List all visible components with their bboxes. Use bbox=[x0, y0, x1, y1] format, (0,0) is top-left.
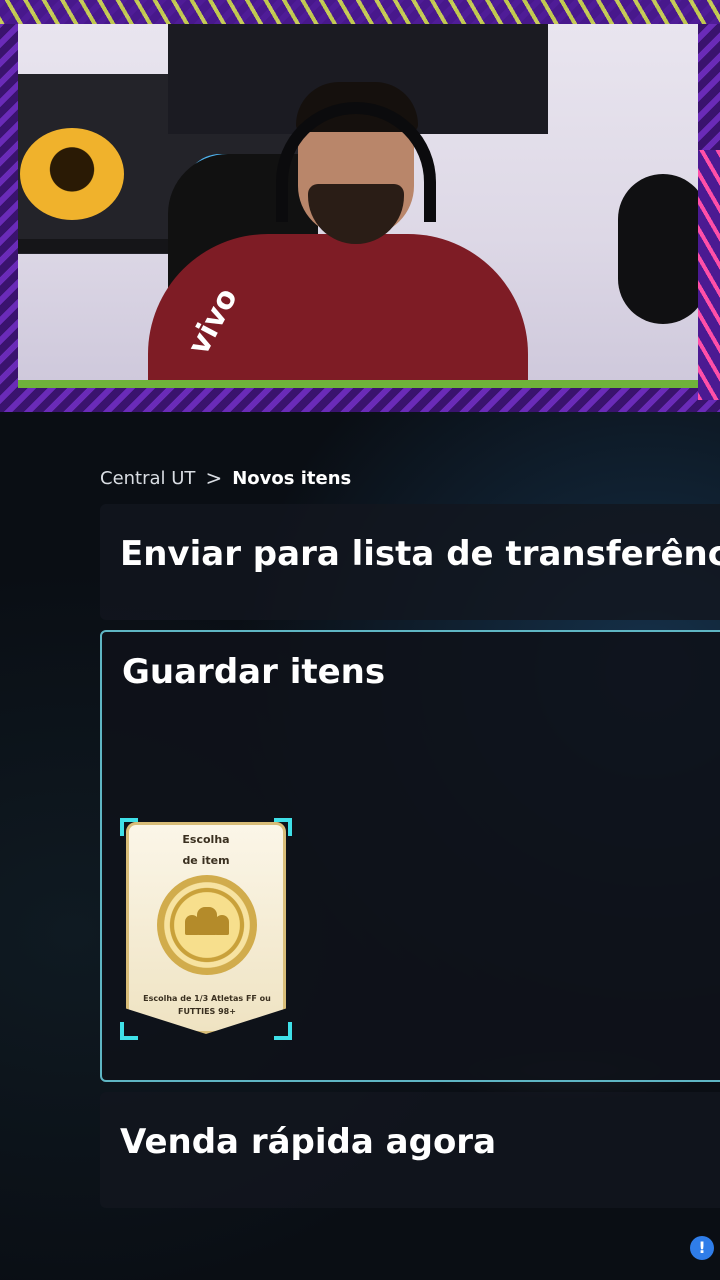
breadcrumb: Central UT > Novos itens bbox=[100, 466, 351, 490]
option-label: Enviar para lista de transferênc bbox=[120, 534, 720, 574]
players-icon bbox=[185, 905, 229, 935]
card-description: Escolha de 1/3 Atletas FF ou FUTTIES 98+ bbox=[143, 994, 271, 1016]
option-label: Guardar itens bbox=[122, 652, 386, 692]
keep-items-button[interactable]: Guardar itens Escolha de item Escolha de… bbox=[100, 630, 720, 1082]
selection-corner bbox=[274, 1022, 292, 1040]
pacman-decoration bbox=[20, 128, 124, 220]
selection-corner bbox=[120, 818, 138, 836]
item-slot[interactable]: Escolha de item Escolha de 1/3 Atletas F… bbox=[120, 818, 292, 1040]
option-label: Venda rápida agora bbox=[120, 1122, 497, 1162]
card-title-line2: de item bbox=[182, 854, 230, 867]
quick-sell-button[interactable]: Venda rápida agora bbox=[100, 1092, 720, 1208]
player-pick-medal-icon bbox=[157, 875, 257, 975]
send-to-transfer-list-button[interactable]: Enviar para lista de transferênc bbox=[100, 504, 720, 620]
card-title-line1: Escolha bbox=[182, 833, 230, 846]
breadcrumb-current: Novos itens bbox=[232, 467, 352, 489]
microphone bbox=[618, 174, 698, 324]
selection-corner bbox=[120, 1022, 138, 1040]
selection-corner bbox=[274, 818, 292, 836]
info-icon[interactable]: ! bbox=[690, 1236, 714, 1260]
chevron-right-icon: > bbox=[205, 466, 223, 490]
item-card[interactable]: Escolha de item Escolha de 1/3 Atletas F… bbox=[126, 822, 286, 1034]
webcam-bottom-bar bbox=[18, 380, 698, 388]
breadcrumb-parent[interactable]: Central UT bbox=[100, 468, 195, 489]
webcam-video: vivo bbox=[18, 24, 698, 380]
webcam-overlay: vivo bbox=[0, 0, 720, 412]
